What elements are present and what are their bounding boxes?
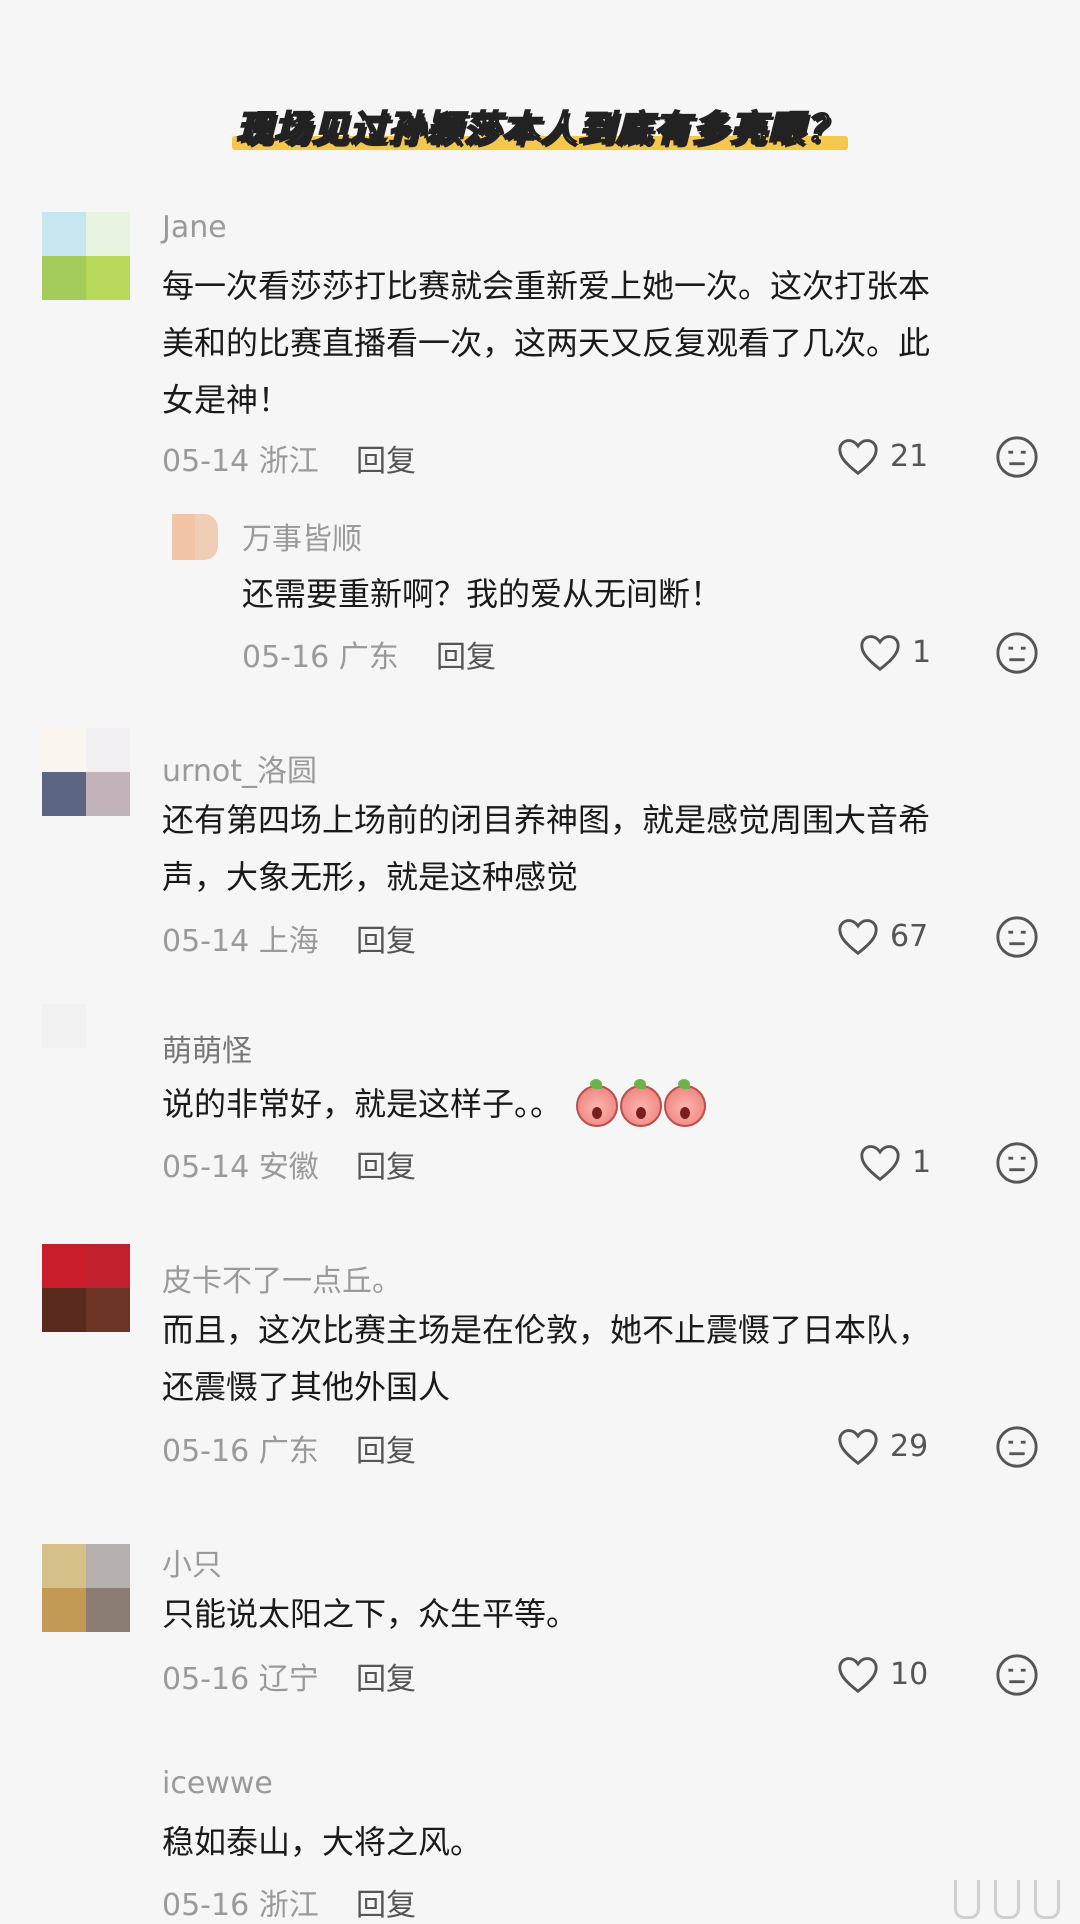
reply-button[interactable]: 回复 (356, 436, 416, 480)
comment-text-line: 还需要重新啊？我的爱从无间断！ (242, 575, 723, 613)
avatar[interactable] (42, 1004, 130, 1092)
comment-username[interactable]: 小只 (162, 1540, 222, 1584)
heart-icon (860, 635, 900, 672)
avatar[interactable] (42, 728, 130, 816)
like-count: 1 (912, 634, 932, 670)
dislike-icon[interactable] (994, 434, 1040, 480)
shocked-peach-emoji-icon (620, 1079, 663, 1127)
reply-button[interactable]: 回复 (356, 1142, 416, 1186)
comment-text-line: 只能说太阳之下，众生平等。 (162, 1595, 579, 1633)
heart-icon (838, 919, 878, 956)
comment-text-line: 说的非常好，就是这样子。。 (162, 1085, 563, 1123)
comment-text-line: 而且，这次比赛主场是在伦敦，她不止震慑了日本队， (162, 1311, 931, 1349)
shocked-peach-emoji-icon (664, 1079, 707, 1127)
dislike-icon[interactable] (994, 1652, 1040, 1698)
heart-icon (838, 1429, 878, 1466)
comment-text: 每一次看莎莎打比赛就会重新爱上她一次。这次打张本 美和的比赛直播看一次，这两天又… (162, 258, 1042, 429)
comment-text: 说的非常好，就是这样子。。 (162, 1076, 1042, 1133)
comment-text-line: 还震慑了其他外国人 (162, 1368, 451, 1406)
comment-text-line: 女是神！ (162, 381, 291, 419)
partial-icon (1034, 1880, 1060, 1919)
comment-text-line: 还有第四场上场前的闭目养神图，就是感觉周围大音希 (162, 801, 931, 839)
like-count: 29 (890, 1428, 929, 1464)
comment-username[interactable]: 万事皆顺 (242, 514, 362, 558)
like-button[interactable]: 21 (836, 436, 928, 476)
comment-text: 而且，这次比赛主场是在伦敦，她不止震慑了日本队， 还震慑了其他外国人 (162, 1302, 1042, 1416)
like-button[interactable]: 67 (836, 916, 928, 956)
like-count: 10 (890, 1656, 929, 1692)
heart-icon (838, 439, 878, 476)
dislike-icon[interactable] (994, 630, 1040, 676)
comment-date-location: 05-16 广东 (162, 1434, 319, 1469)
comment-text-line: 稳如泰山，大将之风。 (162, 1823, 483, 1861)
like-count: 1 (912, 1144, 932, 1180)
like-button[interactable]: 1 (858, 1142, 931, 1182)
reply-button[interactable]: 回复 (356, 1654, 416, 1698)
like-button[interactable]: 10 (836, 1654, 928, 1694)
comment-username[interactable]: urnot_洛圆 (162, 746, 317, 790)
like-count: 21 (890, 438, 929, 474)
comment-text: 只能说太阳之下，众生平等。 (162, 1586, 1042, 1643)
comment-text: 稳如泰山，大将之风。 (162, 1814, 1042, 1871)
like-button[interactable]: 29 (836, 1426, 928, 1466)
avatar[interactable] (42, 1544, 130, 1632)
comment-username[interactable]: 萌萌怪 (162, 1026, 252, 1070)
bottom-cutoff-icons (954, 1880, 1060, 1919)
avatar[interactable] (42, 212, 130, 300)
comment-text: 还需要重新啊？我的爱从无间断！ (242, 566, 1042, 623)
reply-button[interactable]: 回复 (356, 1880, 416, 1924)
reply-button[interactable]: 回复 (356, 1426, 416, 1470)
comment-text-line: 声，大象无形，就是这种感觉 (162, 858, 579, 896)
dislike-icon[interactable] (994, 1140, 1040, 1186)
dislike-icon[interactable] (994, 914, 1040, 960)
partial-icon (994, 1880, 1020, 1919)
comment-username[interactable]: Jane (162, 210, 227, 245)
comment-text-line: 美和的比赛直播看一次，这两天又反复观看了几次。此 (162, 324, 931, 362)
emoji-group (576, 1079, 707, 1127)
reply-button[interactable]: 回复 (436, 632, 496, 676)
heart-icon (860, 1145, 900, 1182)
heart-icon (838, 1657, 878, 1694)
comment-date-location: 05-14 浙江 (162, 444, 319, 479)
comment-text: 还有第四场上场前的闭目养神图，就是感觉周围大音希 声，大象无形，就是这种感觉 (162, 792, 1042, 906)
title-banner: 现场见过孙颖莎本人到底有多亮眼？ (0, 100, 1080, 152)
dislike-icon[interactable] (994, 1424, 1040, 1470)
comment-date-location: 05-16 浙江 (162, 1888, 319, 1923)
comment-date-location: 05-14 安徽 (162, 1150, 319, 1185)
comment-date-location: 05-14 上海 (162, 924, 319, 959)
partial-icon (954, 1880, 980, 1919)
comment-date-location: 05-16 广东 (242, 640, 399, 675)
avatar[interactable] (42, 1244, 130, 1332)
avatar[interactable] (172, 514, 218, 560)
comment-date-location: 05-16 辽宁 (162, 1662, 319, 1697)
shocked-peach-emoji-icon (576, 1079, 619, 1127)
like-button[interactable]: 1 (858, 632, 931, 672)
comment-text-line: 每一次看莎莎打比赛就会重新爱上她一次。这次打张本 (162, 267, 931, 305)
page-title: 现场见过孙颖莎本人到底有多亮眼？ (226, 100, 854, 152)
like-count: 67 (890, 918, 929, 954)
comment-username[interactable]: icewwe (162, 1766, 273, 1801)
comment-page: 现场见过孙颖莎本人到底有多亮眼？ Jane 每一次看莎莎打比赛就会重新爱上她一次… (0, 0, 1080, 1923)
comment-username[interactable]: 皮卡不了一点丘。 (162, 1256, 402, 1300)
reply-button[interactable]: 回复 (356, 916, 416, 960)
